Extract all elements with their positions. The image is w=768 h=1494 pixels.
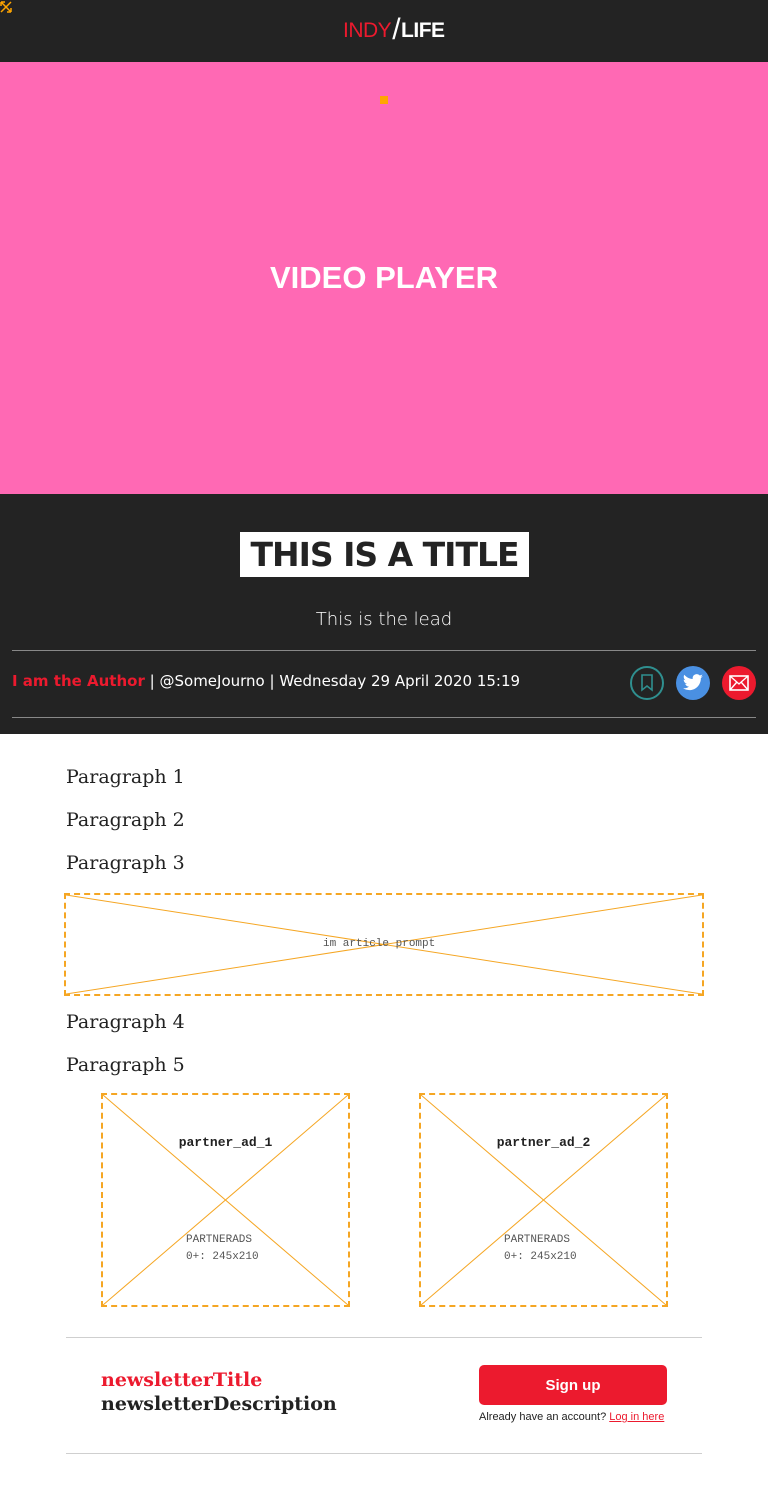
paragraph: Paragraph 2 [66,809,185,831]
publish-date: Wednesday 29 April 2020 15:19 [279,672,521,690]
author-link[interactable]: I am the Author [12,672,145,690]
login-link[interactable]: Log in here [609,1411,664,1423]
newsletter-description: newsletterDescription [101,1393,337,1415]
top-navbar: INDY / LIFE [0,0,768,62]
mail-icon [729,675,749,691]
divider [12,650,756,651]
paragraph: Paragraph 1 [66,766,185,788]
bookmark-button[interactable] [630,666,664,700]
paragraph: Paragraph 4 [66,1011,185,1033]
partner-ad-info: PARTNERADS 0+: 245x210 [186,1232,259,1266]
newsletter-title: newsletterTitle [101,1369,263,1391]
divider [66,1453,702,1454]
article-prompt-ad[interactable]: im article prompt [64,893,704,996]
divider [66,1337,702,1338]
byline-separator: | [149,672,155,690]
video-player[interactable]: VIDEO PLAYER [0,62,768,494]
video-player-label: VIDEO PLAYER [270,260,498,295]
ad-placeholder-cross [421,1095,666,1305]
share-twitter-button[interactable] [676,666,710,700]
partner-ad-type: PARTNERADS [186,1234,253,1246]
video-indicator [380,96,388,104]
partner-ad-slot[interactable]: partner_ad_1 PARTNERADS 0+: 245x210 [101,1093,350,1307]
ad-label: im article prompt [323,938,436,950]
paragraph: Paragraph 3 [66,852,185,874]
logo-slash: / [392,13,401,46]
partner-ad-size: 0+: 245x210 [504,1251,577,1263]
logo-indy: INDY [343,19,392,42]
byline-separator: | [269,672,275,690]
article-lead: This is the lead [315,609,453,630]
article-header: THIS IS A TITLE This is the lead I am th… [0,494,768,734]
partner-ad-info: PARTNERADS 0+: 245x210 [504,1232,577,1266]
article-title-box: THIS IS A TITLE [240,532,529,577]
partner-ad-type: PARTNERADS [504,1234,571,1246]
partner-ad-size: 0+: 245x210 [186,1251,259,1263]
partner-ad-slot[interactable]: partner_ad_2 PARTNERADS 0+: 245x210 [419,1093,668,1307]
partner-ad-name: partner_ad_2 [496,1135,591,1150]
site-logo[interactable]: INDY / LIFE [343,13,445,46]
paragraph: Paragraph 5 [66,1054,185,1076]
author-handle-link[interactable]: @SomeJourno [160,672,265,690]
divider [12,717,756,718]
article-title: THIS IS A TITLE [250,535,519,574]
logo-life: LIFE [401,19,445,42]
login-prompt-text: Already have an account? [479,1411,607,1423]
login-prompt: Already have an account? Log in here [479,1411,664,1423]
expand-icon[interactable] [0,0,12,13]
twitter-icon [683,674,703,691]
partner-ad-name: partner_ad_1 [178,1135,273,1150]
bookmark-icon [641,674,653,692]
byline: I am the Author | @SomeJourno | Wednesda… [12,672,520,690]
ad-placeholder-cross [103,1095,348,1305]
share-email-button[interactable] [722,666,756,700]
sign-up-button[interactable]: Sign up [479,1365,667,1405]
